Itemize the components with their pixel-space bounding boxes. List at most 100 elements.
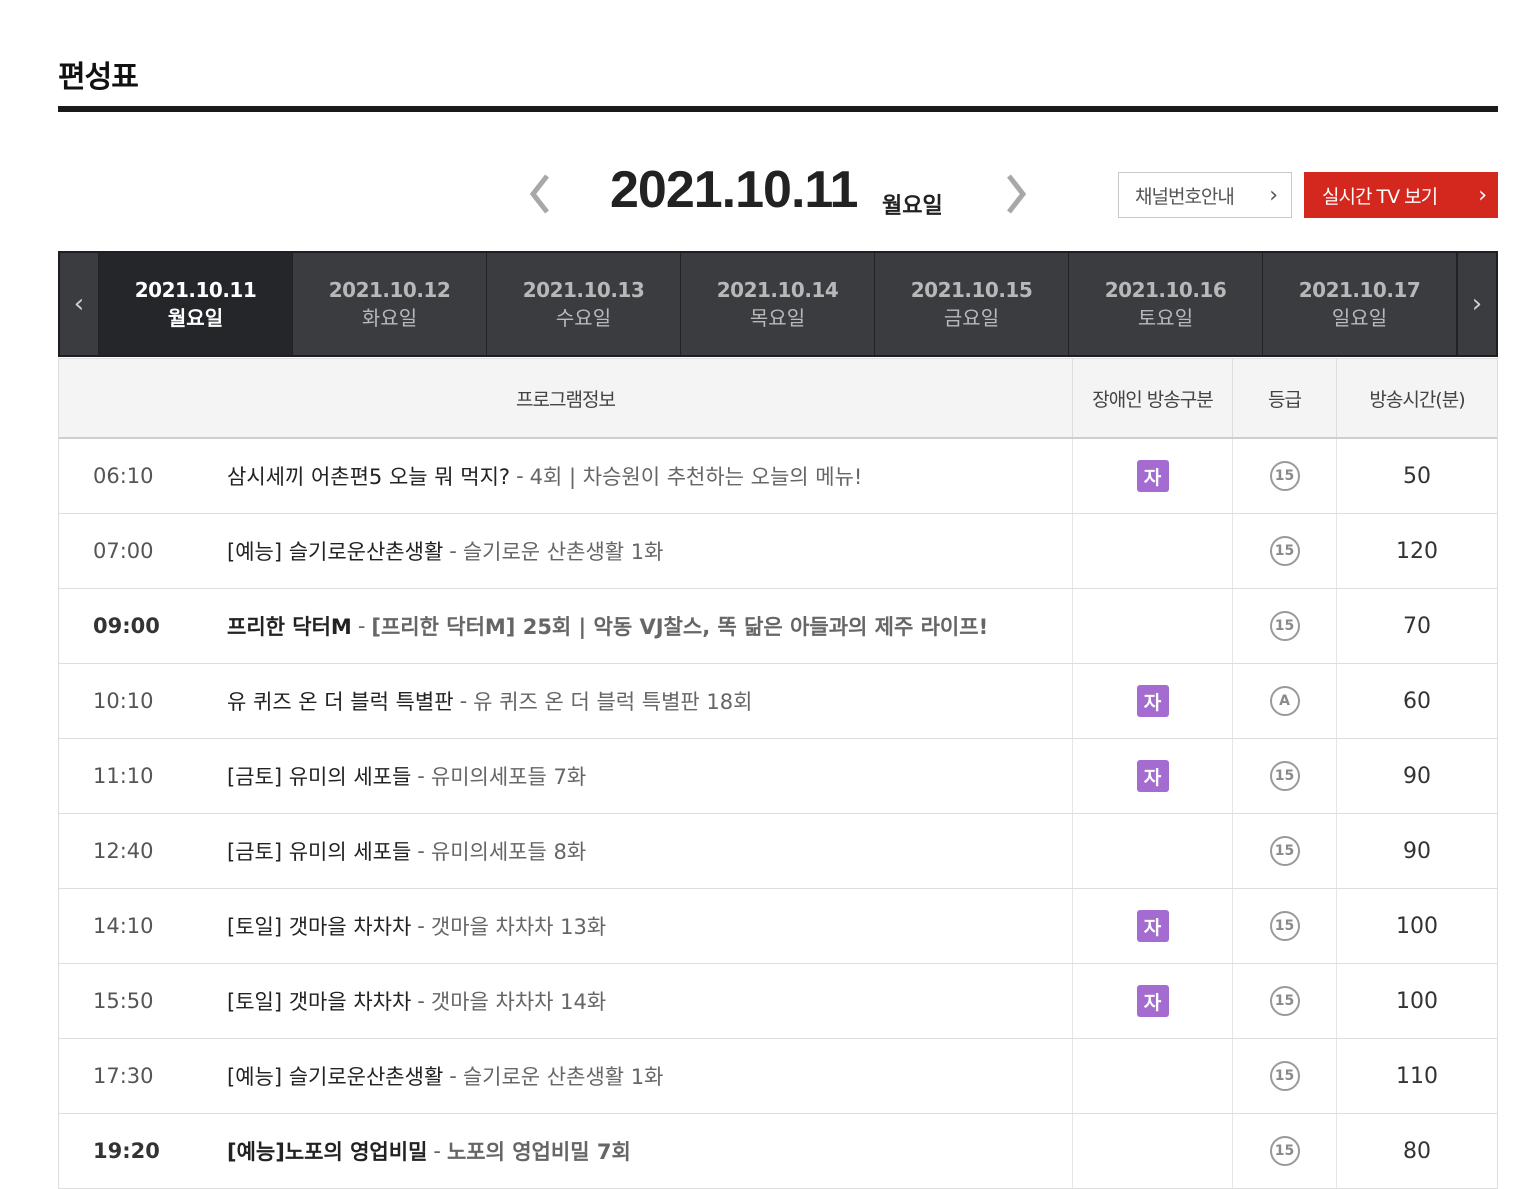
program-title[interactable]: [금토] 유미의 세포들	[227, 836, 411, 866]
table-row: 12:40 [금토] 유미의 세포들 - 유미의세포들 8화 15 90	[59, 814, 1497, 889]
title-separator: -	[417, 989, 425, 1013]
title-separator: -	[516, 464, 524, 488]
channel-number-button[interactable]: 채널번호안내 ›	[1118, 172, 1292, 218]
chevron-right-icon: ›	[1478, 182, 1487, 208]
program-time: 14:10	[93, 914, 154, 938]
tab-date: 2021.10.11	[134, 278, 257, 302]
table-row: 11:10 [금토] 유미의 세포들 - 유미의세포들 7화 자 15 90	[59, 739, 1497, 814]
duration-cell: 80	[1403, 1138, 1431, 1164]
program-info-cell: 15:50 [토일] 갯마을 차차차 - 갯마을 차차차 14화	[59, 964, 1073, 1038]
program-episode[interactable]: 4회 | 차승원이 추천하는 오늘의 메뉴!	[530, 461, 863, 491]
live-tv-button[interactable]: 실시간 TV 보기 ›	[1304, 172, 1498, 218]
program-title[interactable]: 프리한 닥터M	[227, 611, 352, 641]
duration-cell: 60	[1403, 688, 1431, 714]
table-body: 06:10 삼시세끼 어촌편5 오늘 뭐 먹지? -4회 | 차승원이 추천하는 오…	[59, 439, 1497, 1189]
program-episode[interactable]: 갯마을 차차차 14화	[431, 986, 606, 1016]
program-title[interactable]: [예능]노포의 영업비밀	[227, 1136, 427, 1166]
tab-day: 금요일	[943, 306, 1000, 330]
page-title: 편성표	[58, 60, 139, 95]
program-title[interactable]: [토일] 갯마을 차차차	[227, 986, 411, 1016]
duration-cell: 90	[1403, 763, 1431, 789]
program-episode[interactable]: 슬기로운 산촌생활 1화	[463, 1061, 664, 1091]
program-time: 11:10	[93, 764, 154, 788]
accessibility-cell: 자	[1073, 889, 1233, 963]
tab-day-0[interactable]: 2021.10.11 월요일	[99, 253, 293, 355]
program-episode[interactable]: [프리한 닥터M] 25회 | 악동 VJ찰스, 똑 닮은 아들과의 제주 라이…	[371, 611, 988, 641]
program-time: 19:20	[93, 1139, 160, 1163]
header-duration: 방송시간(분)	[1369, 388, 1465, 411]
duration-cell: 100	[1396, 913, 1438, 939]
title-separator: -	[433, 1139, 441, 1163]
chevron-left-icon: ‹	[73, 289, 85, 319]
grade-cell: 15	[1233, 889, 1337, 963]
table-row: 10:10 유 퀴즈 온 더 블럭 특별판 - 유 퀴즈 온 더 블럭 특별판 18회…	[59, 664, 1497, 739]
title-separator: -	[417, 764, 425, 788]
tab-day-3[interactable]: 2021.10.14 목요일	[681, 253, 875, 355]
program-title[interactable]: [예능] 슬기로운산촌생활	[227, 536, 443, 566]
chevron-right-icon: ›	[1269, 182, 1278, 208]
program-time: 17:30	[93, 1064, 154, 1088]
program-title[interactable]: 유 퀴즈 온 더 블럭 특별판	[227, 686, 454, 716]
tab-day-2[interactable]: 2021.10.13 수요일	[487, 253, 681, 355]
program-title[interactable]: [금토] 유미의 세포들	[227, 761, 411, 791]
table-row: 17:30 [예능] 슬기로운산촌생활 - 슬기로운 산촌생활 1화 15 110	[59, 1039, 1497, 1114]
accessibility-cell	[1073, 1114, 1233, 1188]
program-time: 07:00	[93, 539, 154, 563]
day-tabs: ‹ 2021.10.11 월요일 2021.10.12 화요일 2021.10.13 수요…	[58, 251, 1498, 357]
header-grade: 등급	[1233, 359, 1337, 437]
program-episode[interactable]: 유미의세포들 8화	[431, 836, 586, 866]
rating-icon: 15	[1269, 986, 1300, 1016]
duration-cell: 50	[1403, 463, 1431, 489]
duration-cell: 70	[1403, 613, 1431, 639]
tab-day-6[interactable]: 2021.10.17 일요일	[1263, 253, 1457, 355]
duration-cell: 120	[1396, 538, 1438, 564]
tabs-next-button[interactable]: ›	[1457, 253, 1496, 355]
tab-date: 2021.10.15	[910, 278, 1033, 302]
program-info-cell: 14:10 [토일] 갯마을 차차차 - 갯마을 차차차 13화	[59, 889, 1073, 963]
tab-day-4[interactable]: 2021.10.15 금요일	[875, 253, 1069, 355]
tab-list: 2021.10.11 월요일 2021.10.12 화요일 2021.10.13 수요일 2…	[99, 253, 1457, 355]
tab-day: 목요일	[749, 306, 806, 330]
caption-badge-icon: 자	[1136, 985, 1169, 1017]
grade-cell: 15	[1233, 814, 1337, 888]
program-title[interactable]: [토일] 갯마을 차차차	[227, 911, 411, 941]
program-title[interactable]: 삼시세끼 어촌편5 오늘 뭐 먹지?	[227, 461, 510, 491]
live-tv-label: 실시간 TV 보기	[1322, 185, 1438, 208]
tab-day-1[interactable]: 2021.10.12 화요일	[293, 253, 487, 355]
program-info-cell: 12:40 [금토] 유미의 세포들 - 유미의세포들 8화	[59, 814, 1073, 888]
header-accessibility: 장애인 방송구분	[1073, 359, 1233, 437]
tabs-prev-button[interactable]: ‹	[60, 253, 99, 355]
title-separator: -	[449, 539, 457, 563]
program-episode[interactable]: 유미의세포들 7화	[431, 761, 586, 791]
program-time: 06:10	[93, 464, 154, 488]
tab-day: 일요일	[1331, 306, 1388, 330]
program-episode[interactable]: 슬기로운 산촌생활 1화	[463, 536, 664, 566]
program-info-cell: 19:20 [예능]노포의 영업비밀 - 노포의 영업비밀 7회	[59, 1114, 1073, 1188]
rating-icon: 15	[1269, 536, 1300, 566]
title-separator: -	[417, 914, 425, 938]
caption-badge-icon: 자	[1136, 910, 1169, 942]
grade-cell: 15	[1233, 1114, 1337, 1188]
rating-icon: 15	[1269, 461, 1300, 491]
grade-cell: A	[1233, 664, 1337, 738]
next-day-button[interactable]	[996, 172, 1036, 216]
rating-icon: 15	[1269, 1136, 1300, 1166]
table-header: 프로그램정보 장애인 방송구분 등급 방송시간(분)	[59, 358, 1497, 439]
rating-icon: 15	[1269, 761, 1300, 791]
prev-day-button[interactable]	[520, 172, 560, 216]
tab-day-5[interactable]: 2021.10.16 토요일	[1069, 253, 1263, 355]
program-episode[interactable]: 갯마을 차차차 13화	[431, 911, 606, 941]
program-episode[interactable]: 유 퀴즈 온 더 블럭 특별판 18회	[473, 686, 752, 716]
grade-cell: 15	[1233, 514, 1337, 588]
chevron-left-icon	[529, 174, 549, 214]
table-row: 15:50 [토일] 갯마을 차차차 - 갯마을 차차차 14화 자 15 100	[59, 964, 1497, 1039]
grade-cell: 15	[1233, 589, 1337, 663]
tab-date: 2021.10.13	[522, 278, 645, 302]
program-info-cell: 07:00 [예능] 슬기로운산촌생활 - 슬기로운 산촌생활 1화	[59, 514, 1073, 588]
program-episode[interactable]: 노포의 영업비밀 7회	[447, 1136, 631, 1166]
program-time: 12:40	[93, 839, 154, 863]
program-title[interactable]: [예능] 슬기로운산촌생활	[227, 1061, 443, 1091]
table-row: 09:00 프리한 닥터M - [프리한 닥터M] 25회 | 악동 VJ찰스, 똑 …	[59, 589, 1497, 664]
rating-icon: 15	[1269, 911, 1300, 941]
current-day: 월요일	[882, 194, 943, 219]
